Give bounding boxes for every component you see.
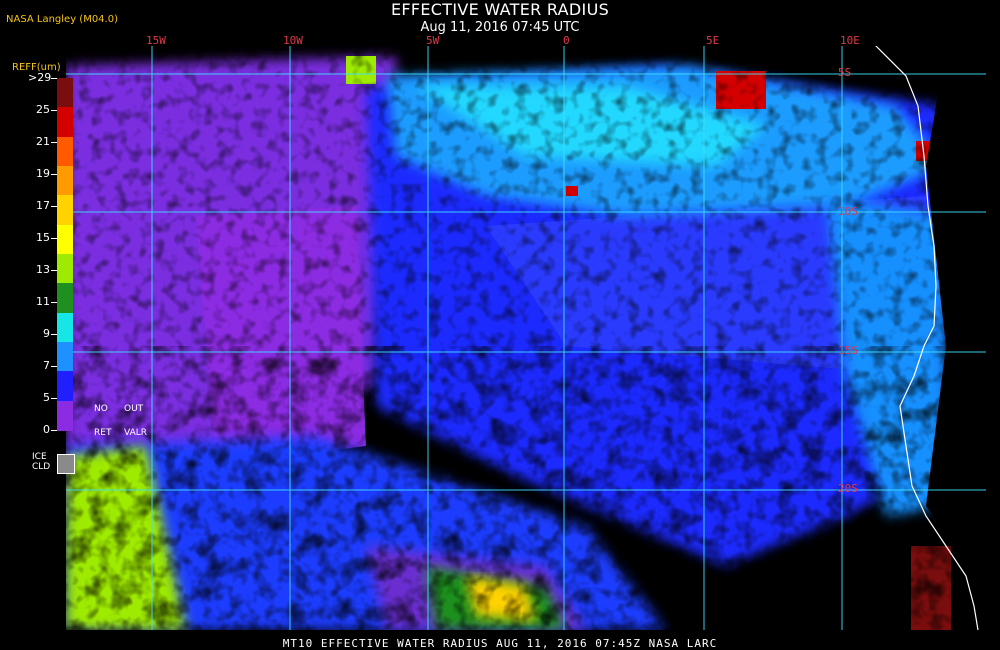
legend-tick-mark	[51, 398, 57, 399]
cloud-retrieval-image	[66, 46, 986, 630]
legend-tick-label: 7	[43, 359, 50, 372]
legend-no-label: NO	[94, 404, 108, 414]
legend-tick-mark	[51, 206, 57, 207]
legend-tick-label: 9	[43, 327, 50, 340]
legend-tick-label: >29	[28, 71, 52, 84]
legend-swatch	[57, 107, 73, 138]
legend-tick-mark	[51, 174, 57, 175]
legend-tick-mark	[51, 430, 57, 431]
lat-label-5s: 5S	[838, 66, 852, 79]
satellite-map	[66, 46, 986, 630]
legend-swatch	[57, 342, 73, 372]
legend-swatch	[57, 400, 73, 431]
map-title: EFFECTIVE WATER RADIUS	[390, 0, 610, 19]
legend-swatch	[57, 166, 73, 196]
lat-label-10s: 10S	[838, 205, 858, 218]
legend-tick-mark	[51, 334, 57, 335]
legend-out-label: OUT	[124, 404, 144, 414]
legend-tick-label: 15	[36, 231, 50, 244]
legend-tick-label: 13	[36, 263, 50, 276]
legend-tick-mark	[51, 110, 57, 111]
legend-valr-label: VALR	[124, 428, 148, 438]
legend-tick-label: 21	[36, 135, 50, 148]
legend-swatch	[57, 312, 73, 343]
legend-tick-label: 11	[36, 295, 50, 308]
ice-label-line1: ICE	[32, 452, 47, 462]
legend-tick-mark	[51, 78, 57, 79]
legend-tick-mark	[51, 366, 57, 367]
lat-label-20s: 20S	[838, 482, 858, 495]
legend-tick-label: 19	[36, 167, 50, 180]
producer-label: NASA Langley (M04.0)	[6, 14, 118, 25]
legend-tick-mark	[51, 238, 57, 239]
legend-tick-mark	[51, 142, 57, 143]
legend-tick-mark	[51, 270, 57, 271]
legend-swatch	[57, 78, 73, 108]
ice-cloud-swatch	[57, 454, 75, 474]
legend-swatch	[57, 195, 73, 226]
legend-swatch	[57, 283, 73, 314]
legend-swatch	[57, 136, 73, 167]
legend-swatch	[57, 254, 73, 284]
legend-tick-label: 5	[43, 391, 50, 404]
legend-tick-label: 0	[43, 423, 50, 436]
legend-swatch	[57, 224, 73, 255]
legend-swatch	[57, 371, 73, 402]
map-subtitle: Aug 11, 2016 07:45 UTC	[420, 20, 580, 35]
footer-caption: MT10 EFFECTIVE WATER RADIUS AUG 11, 2016…	[282, 637, 718, 650]
legend-ret-label: RET	[94, 428, 112, 438]
legend-tick-label: 17	[36, 199, 50, 212]
legend-tick-label: 25	[36, 103, 50, 116]
lat-label-15s: 15S	[838, 344, 858, 357]
legend-colorbar	[57, 78, 73, 431]
legend-tick-mark	[51, 302, 57, 303]
ice-label-line2: CLD	[32, 462, 51, 472]
